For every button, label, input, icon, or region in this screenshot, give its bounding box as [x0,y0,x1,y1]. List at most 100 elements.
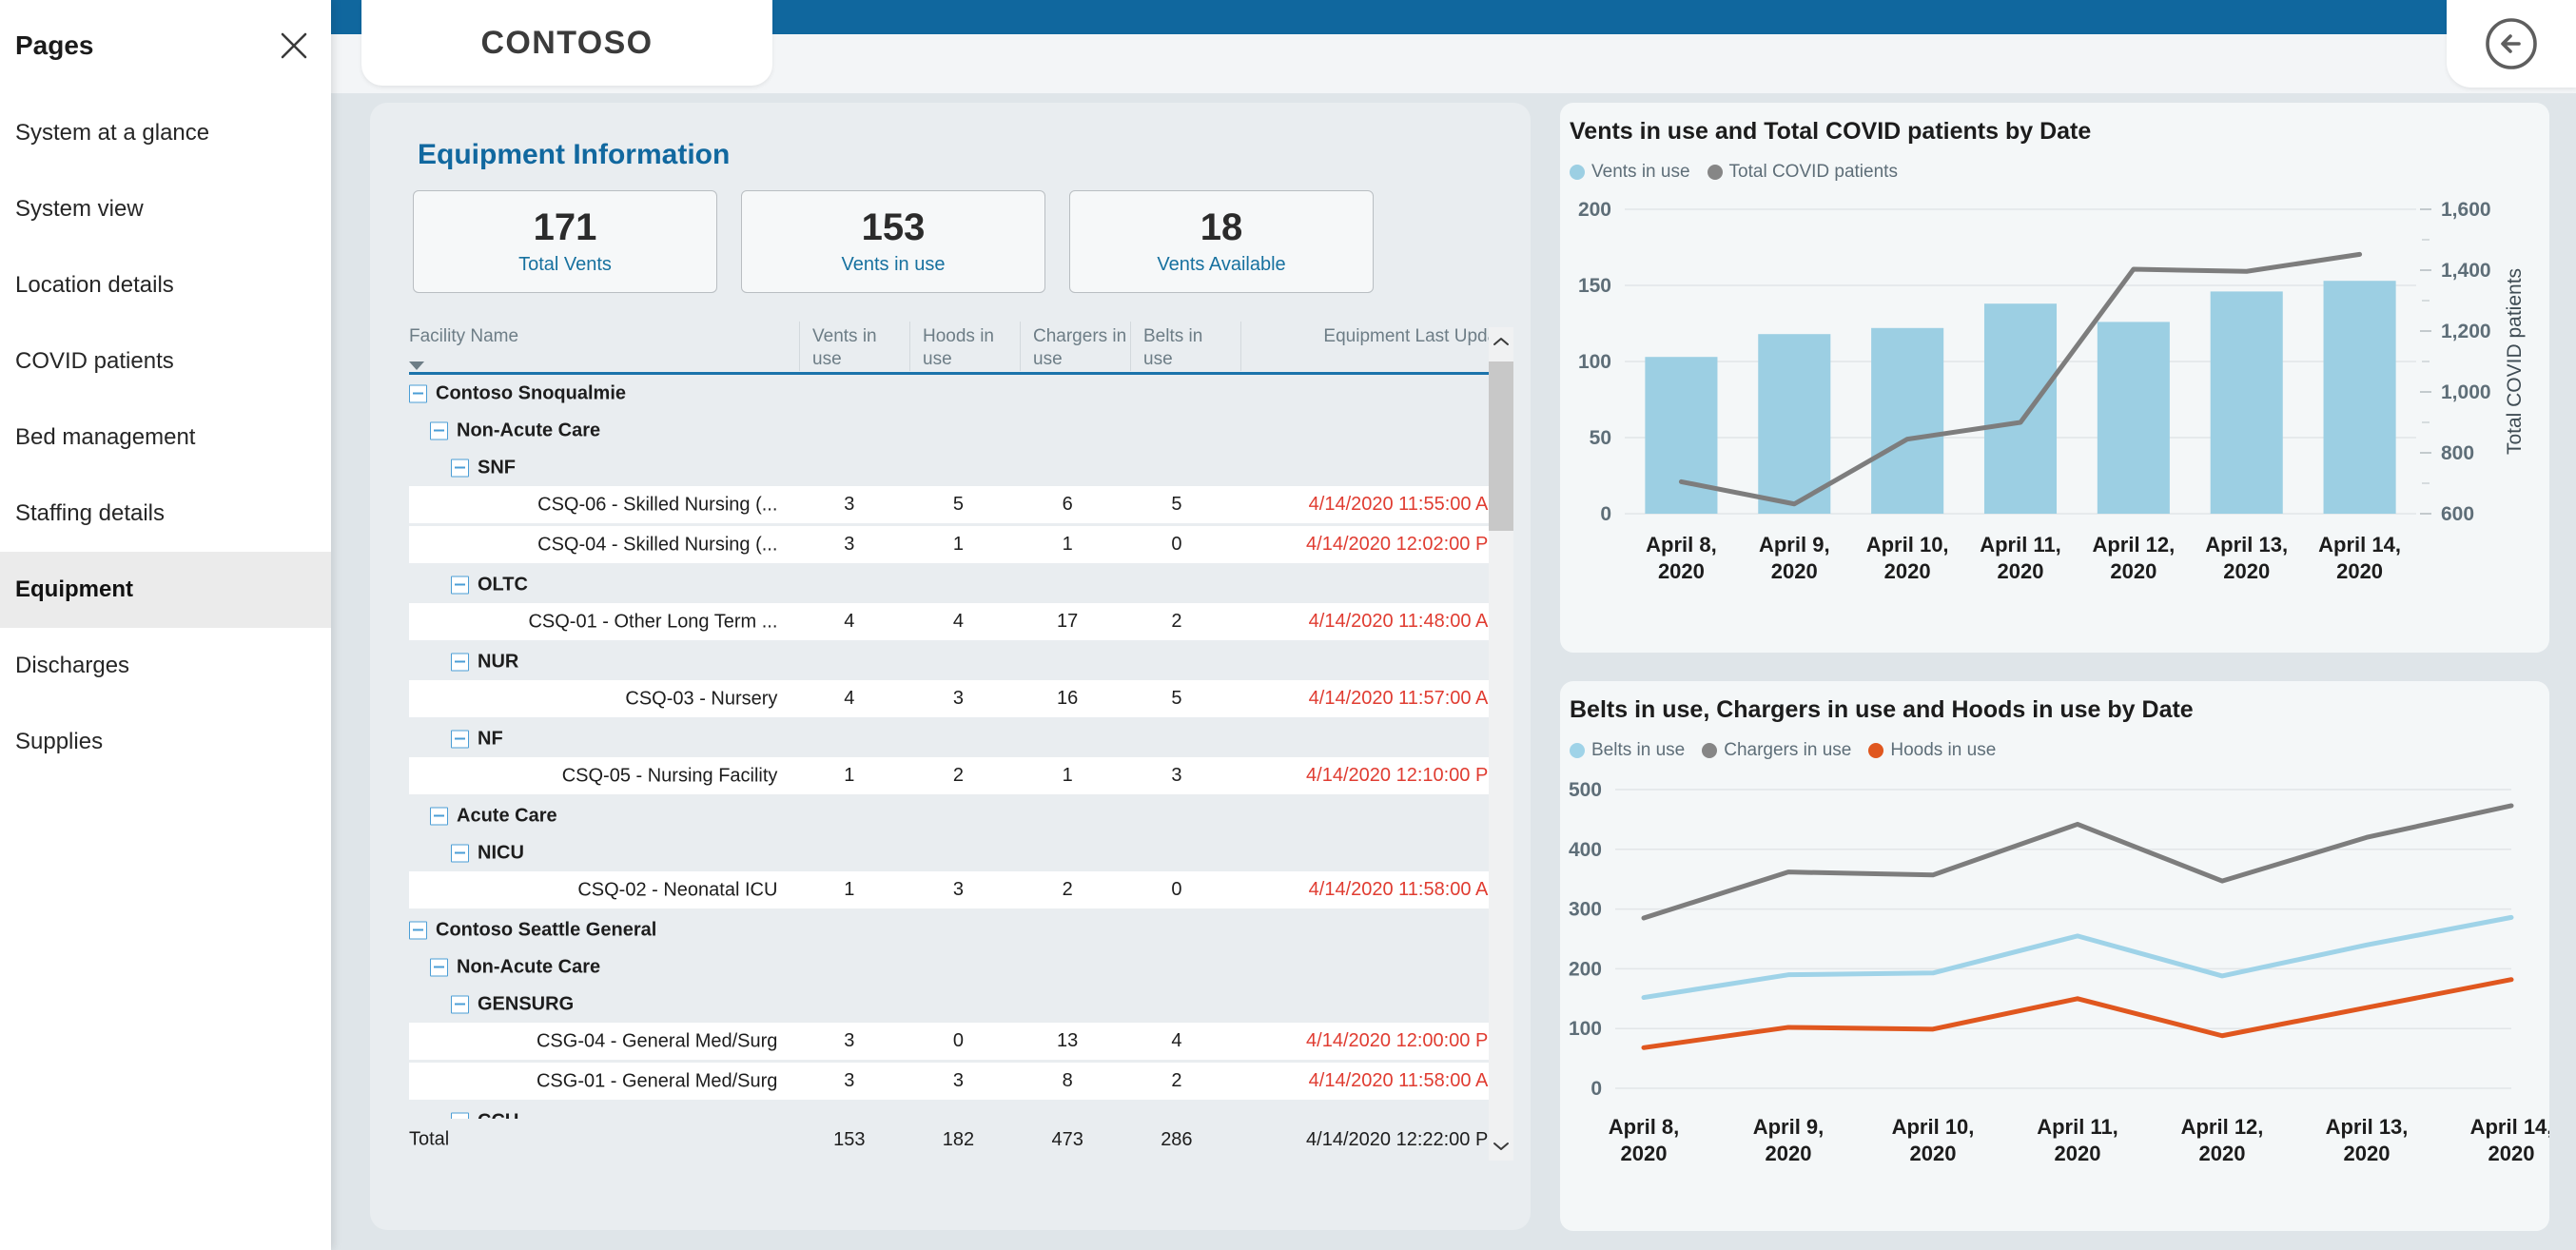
svg-text:2020: 2020 [2344,1142,2391,1165]
collapse-expand-icon[interactable] [451,653,469,671]
table-row[interactable]: Non-Acute Care [409,412,1513,449]
row-label: CSQ-02 - Neonatal ICU [577,879,778,900]
sidebar-item-bed-management[interactable]: Bed management [0,400,331,476]
table-row[interactable]: CSQ-04 - Skilled Nursing (... 3 1 1 0 4/… [409,526,1513,566]
sidebar-item-label: System at a glance [15,120,210,146]
chart-title: Vents in use and Total COVID patients by… [1570,118,2092,145]
total-label: Total [409,1128,450,1150]
scroll-up-chevron-icon[interactable] [1489,327,1513,356]
pages-list: System at a glance System view Location … [0,91,331,780]
back-button[interactable] [2447,0,2576,88]
sidebar-item-supplies[interactable]: Supplies [0,704,331,780]
chart-legend: Vents in use Total COVID patients [1570,162,1898,183]
kpi-vents-available[interactable]: 18 Vents Available [1069,190,1374,293]
collapse-expand-icon[interactable] [430,421,448,439]
cell-last-update: 4/14/2020 12:10:00 PM [1306,765,1504,786]
cell-belts-in-use: 2 [1171,1070,1182,1091]
svg-text:0: 0 [1600,503,1611,525]
sidebar-item-equipment[interactable]: Equipment [0,552,331,628]
sidebar-item-location-details[interactable]: Location details [0,247,331,323]
svg-text:April 11,: April 11, [2037,1115,2118,1139]
kpi-vents-in-use[interactable]: 153 Vents in use [741,190,1045,293]
scrollbar-thumb[interactable] [1489,361,1513,531]
table-row[interactable]: NF [409,720,1513,757]
chart-plot-area[interactable]: 0 100 200 300 400 500 April 8, 2020 April 9, 2020… [1560,769,2549,1231]
back-arrow-icon [2486,18,2537,69]
column-divider [799,322,800,371]
svg-text:Total COVID patients: Total COVID patients [2504,268,2526,455]
table-row[interactable]: OLTC [409,566,1513,603]
cell-hoods-in-use: 2 [952,765,965,786]
svg-text:2020: 2020 [1771,559,1818,583]
table-row[interactable]: CSQ-02 - Neonatal ICU 1 3 2 0 4/14/2020 … [409,871,1513,911]
chart-plot-area[interactable]: 0 50 100 150 200 600 800 1,000 1,200 1,400 1,600 To… [1560,190,2549,653]
collapse-expand-icon[interactable] [409,384,427,402]
cell-hoods-in-use: 3 [952,879,965,900]
column-header-hoods-in-use[interactable]: Hoods in use [923,325,1014,371]
matrix-scrollbar[interactable] [1489,327,1513,1161]
sort-descending-caret-icon[interactable] [409,361,424,370]
column-header-vents-in-use[interactable]: Vents in use [812,325,904,371]
legend-item-chargers-in-use[interactable]: Chargers in use [1702,740,1851,761]
table-row[interactable]: CSQ-03 - Nursery 4 3 16 5 4/14/2020 11:5… [409,680,1513,720]
table-row[interactable]: CSG-01 - General Med/Surg 3 3 8 2 4/14/2… [409,1063,1513,1103]
kpi-value: 18 [1200,206,1243,248]
sidebar-item-label: Location details [15,272,174,298]
chart-legend: Belts in use Chargers in use Hoods in us… [1570,740,1996,761]
sidebar-item-system-at-a-glance[interactable]: System at a glance [0,95,331,171]
svg-text:2020: 2020 [2336,559,2383,583]
table-row[interactable]: SNF [409,449,1513,486]
svg-text:200: 200 [1569,958,1602,980]
collapse-expand-icon[interactable] [451,1112,469,1119]
table-row[interactable]: GENSURG [409,986,1513,1023]
collapse-expand-icon[interactable] [430,807,448,825]
svg-text:50: 50 [1590,427,1611,449]
table-row[interactable]: Non-Acute Care [409,948,1513,986]
table-row[interactable]: Contoso Seattle General [409,911,1513,948]
matrix-body: Contoso Snoqualmie Non-Acute Care SNF CS… [409,375,1513,1119]
collapse-expand-icon[interactable] [451,459,469,477]
sidebar-item-label: Bed management [15,424,196,450]
legend-item-total-covid-patients[interactable]: Total COVID patients [1707,162,1898,183]
table-row[interactable]: CSQ-06 - Skilled Nursing (... 3 5 6 5 4/… [409,486,1513,526]
legend-item-hoods-in-use[interactable]: Hoods in use [1868,740,1996,761]
collapse-expand-icon[interactable] [451,730,469,748]
cell-chargers-in-use: 6 [1062,494,1073,515]
brand-title: CONTOSO [480,24,654,61]
collapse-expand-icon[interactable] [451,576,469,594]
table-row[interactable]: Contoso Snoqualmie [409,375,1513,412]
svg-text:2020: 2020 [1766,1142,1812,1165]
sidebar-item-system-view[interactable]: System view [0,171,331,247]
table-row[interactable]: NUR [409,643,1513,680]
table-row[interactable]: Acute Care [409,797,1513,834]
svg-text:2020: 2020 [2110,559,2156,583]
close-icon[interactable] [274,26,314,66]
collapse-expand-icon[interactable] [409,921,427,939]
column-header-equipment-last-update[interactable]: Equipment Last Update [1254,325,1512,348]
table-row[interactable]: CSQ-01 - Other Long Term ... 4 4 17 2 4/… [409,603,1513,643]
equipment-information-card: Equipment Information 171 Total Vents 15… [370,103,1531,1230]
column-header-facility-name[interactable]: Facility Name [409,325,590,348]
kpi-total-vents[interactable]: 171 Total Vents [413,190,717,293]
group-label: NUR [478,651,519,672]
table-row[interactable]: CCU [409,1103,1513,1119]
legend-item-vents-in-use[interactable]: Vents in use [1570,162,1690,183]
table-row[interactable]: CSG-04 - General Med/Surg 3 0 13 4 4/14/… [409,1023,1513,1063]
legend-label: Chargers in use [1724,740,1852,760]
table-row[interactable]: CSQ-05 - Nursing Facility 1 2 1 3 4/14/2… [409,757,1513,797]
cell-chargers-in-use: 13 [1057,1030,1079,1051]
svg-text:150: 150 [1578,275,1611,297]
collapse-expand-icon[interactable] [430,958,448,976]
collapse-expand-icon[interactable] [451,995,469,1013]
sidebar-item-staffing-details[interactable]: Staffing details [0,476,331,552]
cell-chargers-in-use: 1 [1062,534,1073,555]
sidebar-item-discharges[interactable]: Discharges [0,628,331,704]
sidebar-item-covid-patients[interactable]: COVID patients [0,323,331,400]
column-header-chargers-in-use[interactable]: Chargers in use [1033,325,1132,371]
table-row[interactable]: NICU [409,834,1513,871]
collapse-expand-icon[interactable] [451,844,469,862]
column-header-belts-in-use[interactable]: Belts in use [1143,325,1229,371]
scroll-down-chevron-icon[interactable] [1489,1132,1513,1161]
legend-item-belts-in-use[interactable]: Belts in use [1570,740,1685,761]
cell-belts-in-use: 5 [1171,494,1182,515]
